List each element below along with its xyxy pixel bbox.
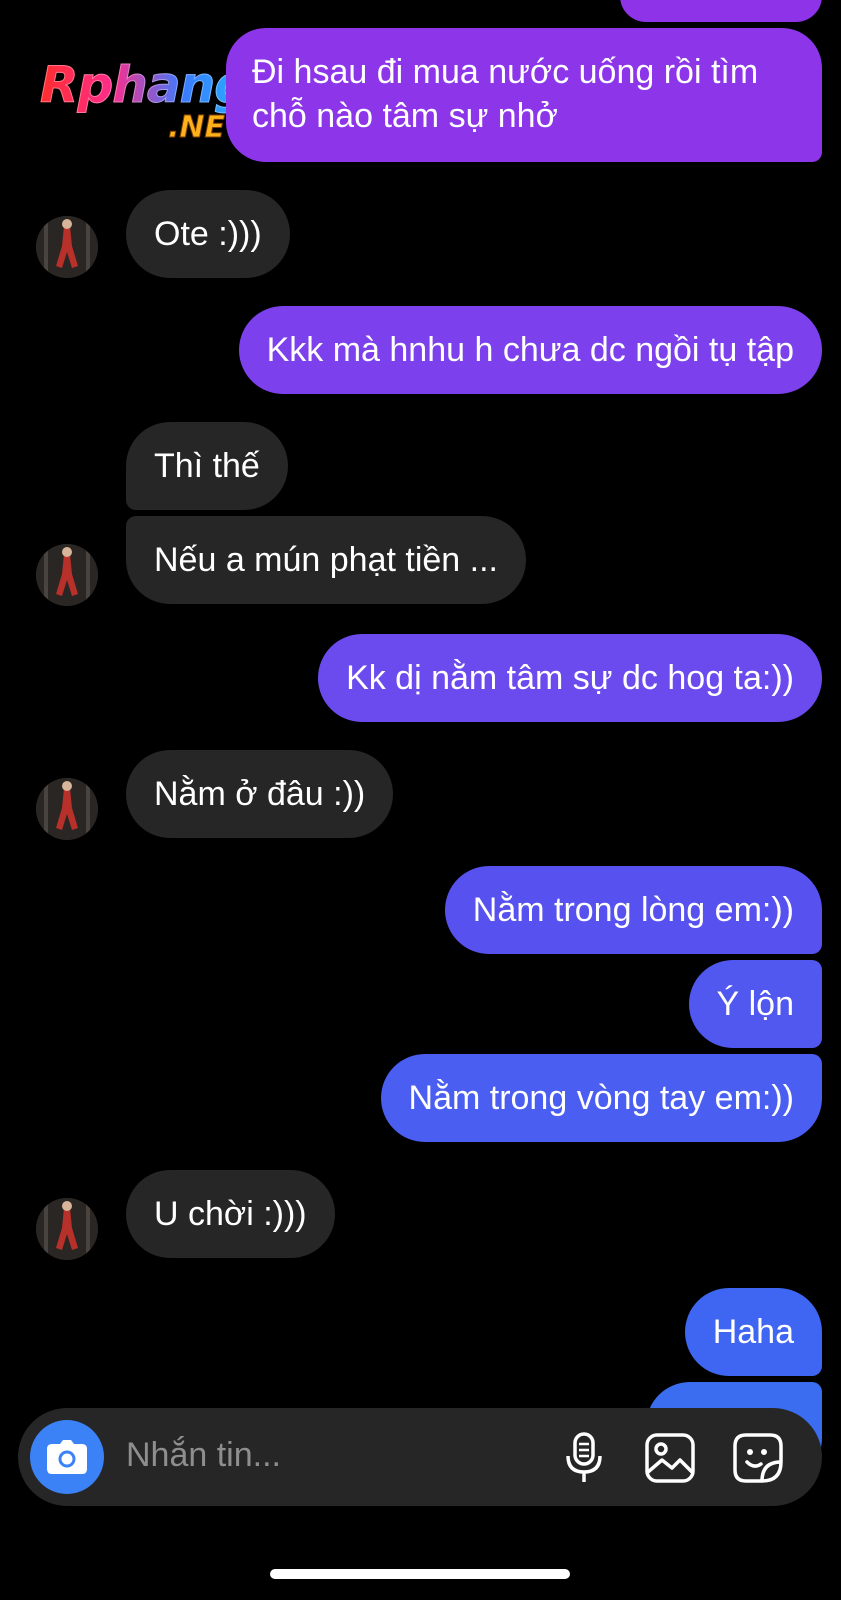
outgoing-message[interactable]: Haha	[684, 1288, 822, 1376]
sticker-icon	[733, 1433, 783, 1483]
camera-button[interactable]	[30, 1420, 104, 1494]
outgoing-message[interactable]: Đi hsau đi mua nước uống rồi tìm chỗ nào…	[226, 28, 822, 162]
message-text: Nếu a mún phạt tiền ...	[154, 541, 498, 579]
message-partial-top	[620, 0, 822, 22]
gallery-button[interactable]	[644, 1432, 696, 1484]
message-text: Kk dị nằm tâm sự dc hog ta:))	[346, 659, 794, 697]
incoming-message[interactable]: Ote :)))	[126, 190, 290, 278]
outgoing-message[interactable]: Nằm trong lòng em:))	[444, 866, 822, 954]
incoming-message[interactable]: U chời :)))	[126, 1170, 335, 1258]
message-text: Nằm trong vòng tay em:))	[408, 1079, 794, 1117]
outgoing-message[interactable]: Kkk mà hnhu h chưa dc ngồi tụ tập	[238, 306, 822, 394]
incoming-message[interactable]: Nằm ở đâu :))	[126, 750, 394, 838]
message-text: Ý lộn	[716, 985, 795, 1023]
message-input[interactable]: Nhắn tin...	[126, 1436, 281, 1475]
home-indicator	[270, 1569, 570, 1579]
microphone-icon	[566, 1432, 602, 1482]
message-composer: Nhắn tin...	[18, 1408, 822, 1506]
camera-icon	[47, 1440, 87, 1474]
message-text: Ote :)))	[154, 215, 262, 253]
outgoing-message[interactable]: Ý lộn	[688, 960, 822, 1048]
sticker-button[interactable]	[732, 1432, 784, 1484]
message-text: U chời :)))	[154, 1195, 307, 1233]
incoming-message[interactable]: Thì thế	[126, 422, 288, 510]
message-text: Haha	[712, 1313, 794, 1351]
message-text: Đi hsau đi mua nước uống rồi tìm chỗ nào…	[252, 53, 759, 135]
contact-avatar[interactable]	[36, 216, 98, 278]
message-text: Thì thế	[154, 447, 260, 485]
contact-avatar[interactable]	[36, 544, 98, 606]
outgoing-message[interactable]: Nằm trong vòng tay em:))	[380, 1054, 822, 1142]
outgoing-message[interactable]: Kk dị nằm tâm sự dc hog ta:))	[318, 634, 822, 722]
incoming-message[interactable]: Nếu a mún phạt tiền ...	[126, 516, 526, 604]
message-text: Nằm ở đâu :))	[154, 775, 366, 813]
voice-message-button[interactable]	[558, 1432, 610, 1484]
message-text: Kkk mà hnhu h chưa dc ngồi tụ tập	[266, 331, 794, 369]
contact-avatar[interactable]	[36, 1198, 98, 1260]
gallery-icon	[645, 1433, 695, 1483]
message-text: Nằm trong lòng em:))	[472, 891, 794, 929]
contact-avatar[interactable]	[36, 778, 98, 840]
